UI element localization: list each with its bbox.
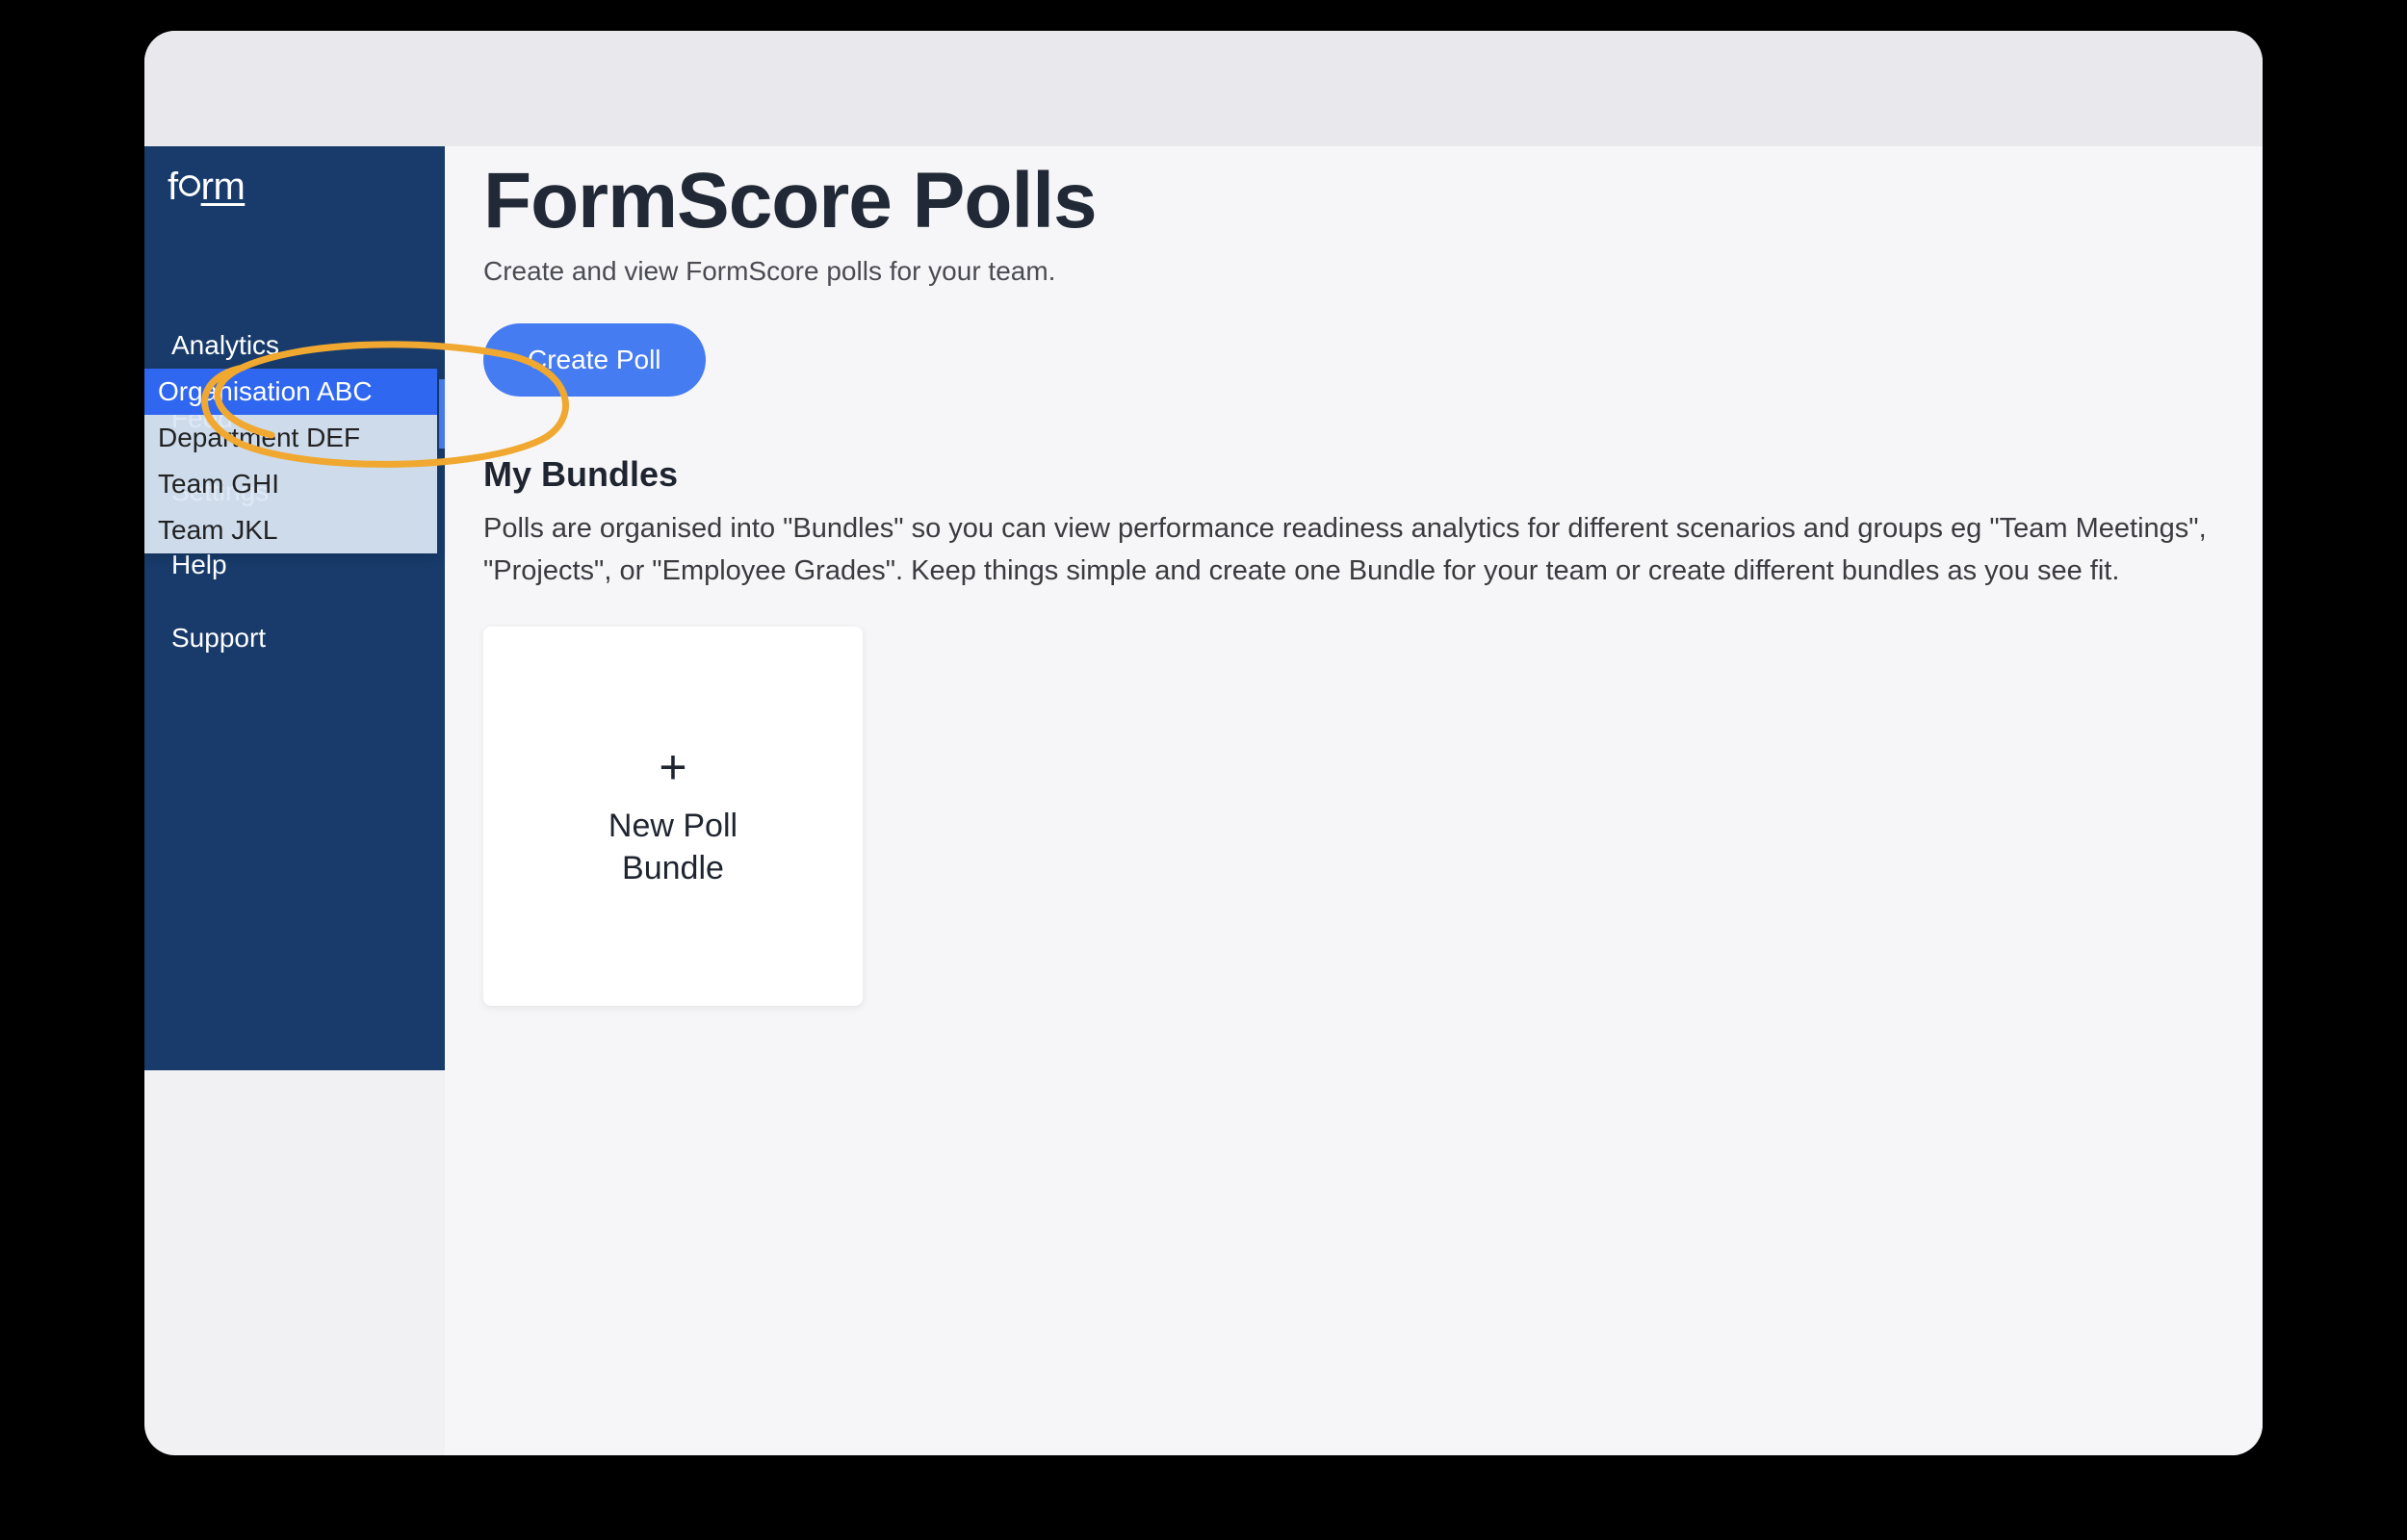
- org-option-team-ghi[interactable]: Team GHI: [144, 461, 437, 507]
- main-content: FormScore Polls Create and view FormScor…: [445, 146, 2263, 1455]
- logo: frm: [144, 146, 445, 236]
- organisation-dropdown-list: Organisation ABC Department DEF Team GHI…: [144, 369, 437, 553]
- bundles-section-description: Polls are organised into "Bundles" so yo…: [483, 508, 2207, 592]
- org-option-team-jkl[interactable]: Team JKL: [144, 507, 437, 553]
- organisation-dropdown[interactable]: Organisation ABC Department DEF Team GHI…: [144, 369, 437, 553]
- new-bundle-label: New PollBundle: [608, 805, 738, 889]
- org-option-label: Department DEF: [158, 423, 360, 452]
- org-option-label: Team JKL: [158, 515, 278, 545]
- bundles-section-title: My Bundles: [483, 454, 2224, 495]
- org-option-label: Team GHI: [158, 469, 279, 499]
- logo-text-suffix: rm: [201, 166, 246, 208]
- active-nav-indicator: [439, 379, 445, 449]
- app-body: frm FormScore Polls Analytics Feed Setti…: [144, 146, 2263, 1455]
- page-subtitle: Create and view FormScore polls for your…: [483, 256, 2224, 287]
- sidebar-item-label: Help: [171, 550, 227, 579]
- sidebar-item-support[interactable]: Support: [144, 602, 445, 675]
- org-option-label: Organisation ABC: [158, 376, 373, 406]
- create-poll-button[interactable]: Create Poll: [483, 323, 706, 397]
- window-topbar: [144, 31, 2263, 146]
- sidebar-item-label: Support: [171, 623, 266, 653]
- create-poll-button-label: Create Poll: [528, 345, 661, 374]
- plus-icon: +: [659, 743, 686, 791]
- org-option-department-def[interactable]: Department DEF: [144, 415, 437, 461]
- org-option-organisation-abc[interactable]: Organisation ABC: [144, 369, 437, 415]
- logo-o-icon: [179, 175, 200, 196]
- app-window: frm FormScore Polls Analytics Feed Setti…: [144, 31, 2263, 1455]
- new-poll-bundle-card[interactable]: + New PollBundle: [483, 627, 863, 1006]
- sidebar: frm FormScore Polls Analytics Feed Setti…: [144, 146, 445, 1070]
- page-title: FormScore Polls: [483, 156, 2224, 246]
- sidebar-item-label: Analytics: [171, 330, 279, 360]
- logo-text-prefix: f: [168, 166, 178, 208]
